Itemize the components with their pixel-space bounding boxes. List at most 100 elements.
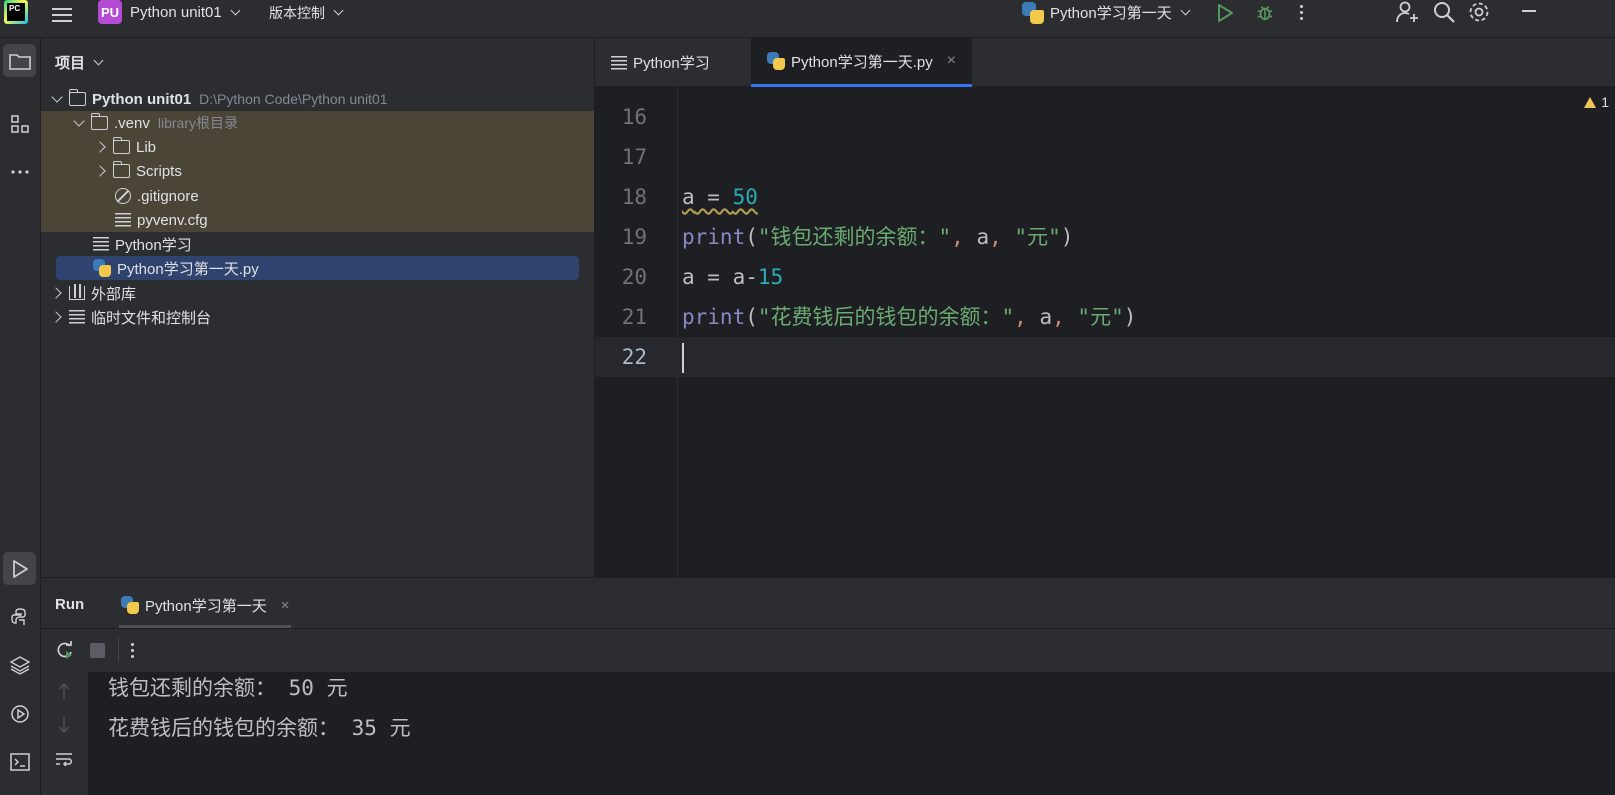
line-number: 18 — [621, 185, 647, 209]
close-icon[interactable]: × — [281, 597, 290, 614]
tab-python-study[interactable]: Python学习 — [595, 38, 726, 87]
arrow-up-icon[interactable] — [57, 682, 71, 700]
run-toolbar — [41, 628, 1615, 671]
expand-chevron-icon[interactable] — [71, 115, 87, 131]
project-folder-icon[interactable] — [3, 44, 36, 77]
collapse-chevron-icon[interactable] — [49, 309, 65, 325]
code-editor[interactable]: 16 17 18 a = 50 19 print("钱包还剩的余额：", a, … — [595, 87, 1615, 577]
tree-item-label: Python学习 — [115, 236, 192, 254]
code-line: 17 — [595, 137, 1615, 177]
hamburger-menu-icon[interactable] — [52, 2, 74, 27]
project-panel: 项目 Python unit01 D:\Python Code\Python u… — [41, 38, 595, 577]
code-token: a = 50 — [682, 185, 758, 209]
run-tool-icon[interactable] — [3, 552, 36, 585]
folder-icon — [112, 161, 130, 178]
tree-item-label: .gitignore — [137, 187, 199, 205]
tree-item-venv[interactable]: .venv library根目录 — [71, 111, 238, 135]
tree-item-label: Python unit01 — [92, 90, 192, 108]
close-icon[interactable]: × — [947, 52, 956, 70]
vcs-menu[interactable]: 版本控制 — [269, 0, 344, 25]
collapse-chevron-icon[interactable] — [93, 139, 109, 155]
tree-item-label: 外部库 — [91, 285, 137, 303]
text-file-icon — [115, 213, 131, 227]
project-panel-header[interactable]: 项目 — [55, 52, 104, 73]
add-user-icon[interactable] — [1395, 0, 1419, 24]
rerun-icon[interactable] — [56, 641, 74, 659]
python-icon — [121, 596, 139, 614]
line-number: 17 — [621, 145, 647, 169]
debug-icon — [1257, 5, 1273, 20]
run-panel-title: Run — [55, 596, 85, 613]
settings-icon[interactable] — [1467, 0, 1491, 24]
tree-item-label: Lib — [136, 138, 157, 156]
expand-chevron-icon[interactable] — [49, 91, 65, 107]
line-number: 22 — [621, 345, 647, 369]
scratch-icon — [69, 310, 85, 324]
layers-icon[interactable] — [3, 648, 36, 681]
run-config-label: Python学习第一天 — [1050, 5, 1172, 22]
run-button[interactable] — [1216, 0, 1234, 25]
collapse-chevron-icon[interactable] — [93, 163, 109, 179]
chevron-down-icon — [1180, 5, 1191, 16]
structure-icon[interactable] — [3, 107, 36, 140]
tree-item-hint: library根目录 — [157, 115, 238, 131]
code-line-current: 22 — [595, 337, 1615, 377]
tree-item-pyvenv-cfg[interactable]: pyvenv.cfg — [115, 208, 208, 232]
tree-item-python-day1[interactable]: Python学习第一天.py — [56, 256, 579, 280]
chevron-down-icon — [333, 5, 344, 16]
minimize-icon[interactable] — [1522, 10, 1536, 12]
python-file-icon — [767, 52, 785, 70]
editor-tabs: Python学习 Python学习第一天.py × — [595, 38, 1615, 87]
python-file-icon — [93, 259, 111, 277]
run-icon — [1218, 3, 1233, 22]
stop-icon[interactable] — [90, 643, 105, 658]
tree-item-scripts[interactable]: Scripts — [93, 159, 182, 183]
more-icon[interactable] — [1300, 0, 1310, 25]
python-console-icon[interactable] — [3, 600, 36, 633]
tree-item-scratches[interactable]: 临时文件和控制台 — [49, 305, 211, 329]
services-icon[interactable] — [3, 697, 36, 730]
project-panel-title: 项目 — [55, 55, 86, 72]
tab-label: Python学习第一天.py — [791, 53, 933, 71]
tree-item-external-libs[interactable]: 外部库 — [49, 281, 136, 305]
tree-item-lib[interactable]: Lib — [93, 135, 156, 159]
tree-item-gitignore[interactable]: .gitignore — [115, 184, 199, 208]
tree-item-label: .venv — [114, 114, 150, 132]
soft-wrap-icon[interactable] — [55, 752, 73, 768]
arrow-down-icon[interactable] — [57, 716, 71, 734]
more-tools-icon[interactable] — [3, 155, 36, 188]
chevron-down-icon — [230, 5, 241, 16]
title-bar: PC PU Python unit01 版本控制 Python学习第一天 — [0, 0, 1615, 38]
more-icon[interactable] — [131, 640, 134, 661]
toolbar-divider — [118, 638, 119, 662]
run-panel: Run Python学习第一天 × 钱包还剩的余额： 50 元 花费钱后的钱包的… — [41, 577, 1615, 795]
pycharm-logo-icon[interactable]: PC — [4, 0, 28, 24]
console-output[interactable]: 钱包还剩的余额： 50 元 花费钱后的钱包的余额： 35 元 — [88, 672, 1615, 795]
debug-button[interactable] — [1256, 0, 1274, 25]
project-selector[interactable]: Python unit01 — [130, 0, 241, 25]
run-tab-python-day1[interactable]: Python学习第一天 × — [119, 585, 292, 628]
code-line: 18 a = 50 — [595, 177, 1615, 217]
tab-python-day1[interactable]: Python学习第一天.py × — [751, 38, 973, 87]
code-text: a = a-15 — [682, 265, 784, 289]
line-number: 20 — [621, 265, 647, 289]
library-icon — [69, 284, 85, 300]
code-line: 19 print("钱包还剩的余额：", a, "元") — [595, 217, 1615, 257]
code-line: 21 print("花费钱后的钱包的余额：", a, "元") — [595, 297, 1615, 337]
tree-item-python-study[interactable]: Python学习 — [93, 232, 192, 256]
ignore-file-icon — [115, 188, 131, 204]
terminal-icon[interactable] — [3, 745, 36, 778]
run-config-selector[interactable]: Python学习第一天 — [1022, 0, 1191, 25]
collapse-chevron-icon[interactable] — [49, 285, 65, 301]
tree-item-project-root[interactable]: Python unit01 D:\Python Code\Python unit… — [49, 87, 388, 111]
tool-window-strip — [0, 38, 41, 795]
project-badge[interactable]: PU — [98, 0, 122, 24]
search-icon[interactable] — [1432, 0, 1456, 24]
folder-icon — [68, 89, 86, 106]
text-caret — [682, 337, 684, 377]
tree-item-label: Python学习第一天.py — [117, 260, 259, 278]
console-line: 花费钱后的钱包的余额： 35 元 — [108, 716, 411, 740]
line-number: 16 — [621, 105, 647, 129]
project-name: Python unit01 — [130, 4, 222, 21]
code-text: print("钱包还剩的余额：", a, "元") — [682, 225, 1074, 249]
